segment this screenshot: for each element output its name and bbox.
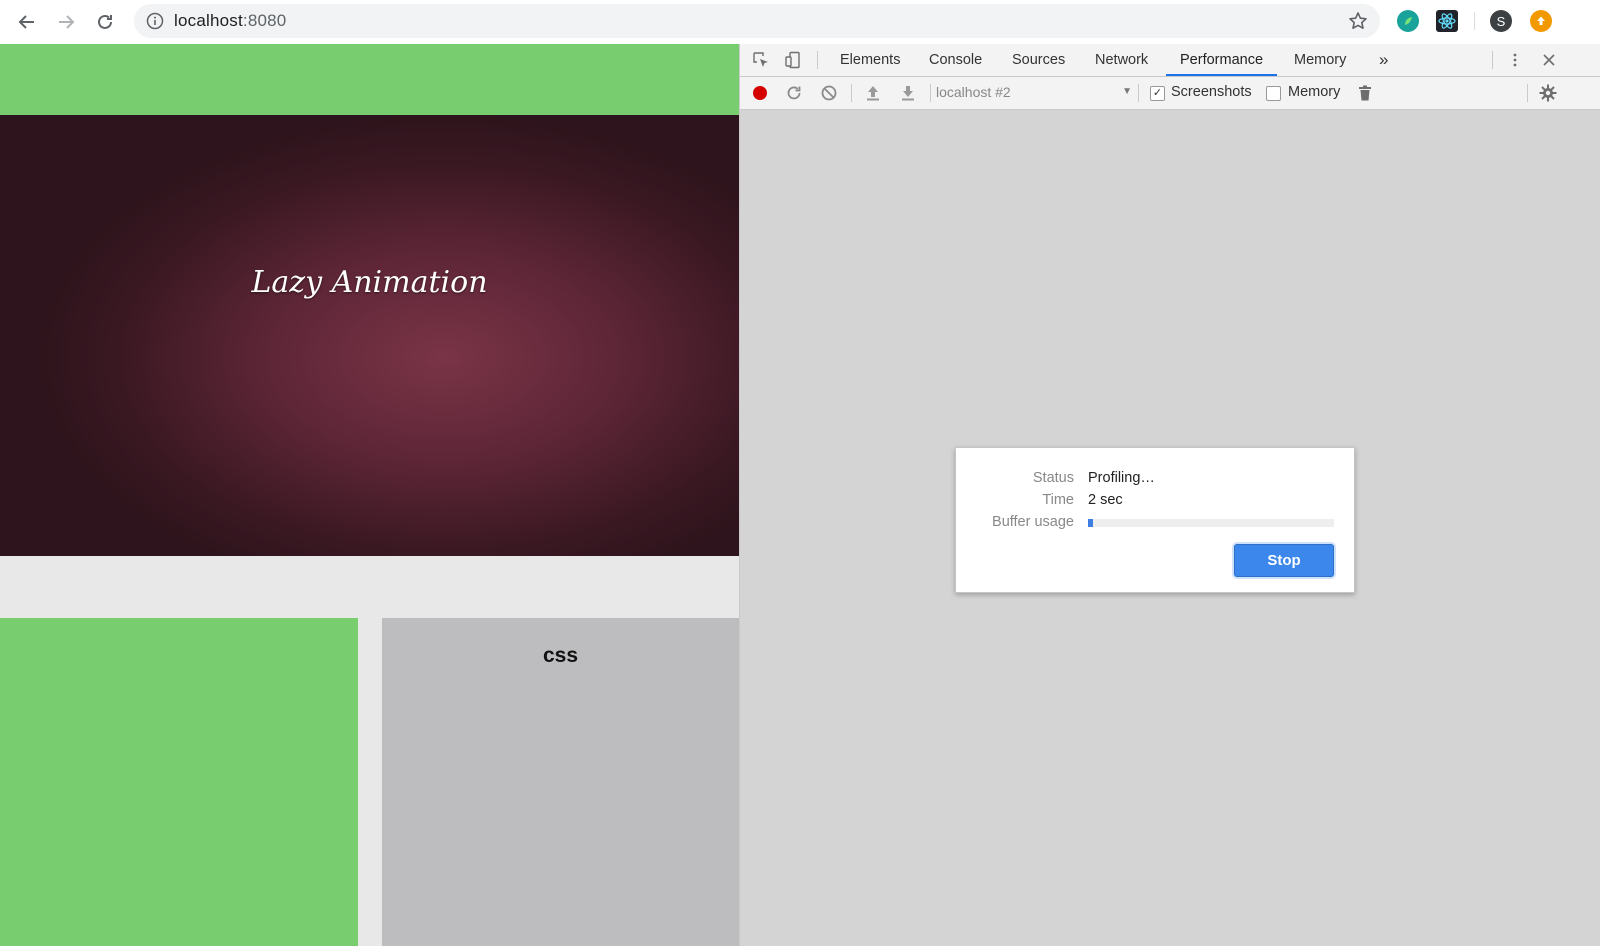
toolbar-divider bbox=[1474, 12, 1475, 30]
profile-target-select[interactable]: localhost #2 ▼ bbox=[936, 84, 1132, 102]
css-tile-label: css bbox=[542, 644, 579, 667]
tab-performance[interactable]: Performance bbox=[1166, 44, 1278, 76]
time-value: 2 sec bbox=[1088, 492, 1123, 508]
address-bar[interactable]: localhost:8080 bbox=[134, 4, 1380, 38]
tab-divider bbox=[817, 51, 818, 69]
buffer-usage-fill bbox=[1088, 519, 1093, 527]
close-icon[interactable] bbox=[1540, 51, 1558, 69]
profile-avatar[interactable]: S bbox=[1490, 10, 1512, 32]
time-label: Time bbox=[1042, 492, 1074, 508]
back-icon[interactable] bbox=[14, 9, 40, 35]
hero-title: Lazy Animation bbox=[251, 265, 488, 300]
page-header-bar bbox=[0, 44, 739, 115]
address-text[interactable]: localhost:8080 bbox=[174, 11, 286, 31]
bookmark-star-icon[interactable] bbox=[1348, 11, 1368, 36]
save-profile-icon[interactable] bbox=[899, 84, 917, 102]
more-tabs-button[interactable]: » bbox=[1365, 44, 1402, 76]
settings-gear-icon[interactable] bbox=[1539, 84, 1557, 102]
memory-label: Memory bbox=[1288, 84, 1341, 100]
tab-console[interactable]: Console bbox=[915, 44, 996, 76]
hero-section: Lazy Animation bbox=[0, 115, 739, 556]
reload-profile-icon[interactable] bbox=[785, 84, 803, 102]
web-page: Lazy Animation css bbox=[0, 44, 739, 946]
forward-icon[interactable] bbox=[53, 9, 79, 35]
kebab-menu-icon[interactable] bbox=[1506, 51, 1524, 69]
load-profile-icon[interactable] bbox=[864, 84, 882, 102]
css-tile: css bbox=[382, 618, 739, 946]
status-value: Profiling… bbox=[1088, 470, 1155, 486]
tab-network[interactable]: Network bbox=[1081, 44, 1162, 76]
tab-divider bbox=[1492, 51, 1493, 69]
profiling-dialog: Status Profiling… Time 2 sec Buffer usag… bbox=[955, 447, 1355, 593]
screenshots-checkbox[interactable]: ✓ bbox=[1150, 86, 1165, 101]
browser-toolbar: localhost:8080 S bbox=[0, 0, 1600, 45]
green-tile bbox=[0, 618, 358, 946]
toolbar-divider bbox=[851, 84, 852, 102]
reload-icon[interactable] bbox=[92, 9, 118, 35]
status-label: Status bbox=[1032, 470, 1074, 486]
react-devtools-icon[interactable] bbox=[1436, 10, 1458, 32]
devtools-tab-bar: Elements Console Sources Network Perform… bbox=[740, 44, 1600, 77]
toolbar-divider bbox=[930, 84, 931, 102]
profile-target-value: localhost #2 bbox=[936, 84, 1011, 100]
tab-sources[interactable]: Sources bbox=[998, 44, 1079, 76]
extension-leaf-icon[interactable] bbox=[1397, 10, 1419, 32]
info-icon[interactable] bbox=[146, 12, 164, 35]
record-icon[interactable] bbox=[751, 84, 769, 102]
clear-icon[interactable] bbox=[820, 84, 838, 102]
toolbar-divider bbox=[1138, 84, 1139, 102]
address-port: :8080 bbox=[242, 11, 287, 30]
buffer-usage-bar bbox=[1088, 519, 1334, 527]
dropdown-arrow-icon: ▼ bbox=[1122, 86, 1132, 97]
stop-button[interactable]: Stop bbox=[1234, 544, 1334, 577]
performance-toolbar: localhost #2 ▼ ✓ Screenshots Memory bbox=[740, 77, 1600, 110]
tab-elements[interactable]: Elements bbox=[826, 44, 914, 76]
memory-checkbox[interactable] bbox=[1266, 86, 1281, 101]
screenshots-label: Screenshots bbox=[1171, 84, 1252, 100]
tab-memory[interactable]: Memory bbox=[1280, 44, 1360, 76]
update-arrow-icon[interactable] bbox=[1530, 10, 1552, 32]
trash-icon[interactable] bbox=[1356, 84, 1374, 102]
devtools-panel: Elements Console Sources Network Perform… bbox=[739, 44, 1600, 946]
device-toolbar-icon[interactable] bbox=[784, 51, 802, 69]
inspect-element-icon[interactable] bbox=[752, 51, 770, 69]
buffer-usage-label: Buffer usage bbox=[992, 514, 1074, 530]
toolbar-divider bbox=[1527, 84, 1528, 102]
address-host: localhost bbox=[174, 11, 243, 30]
